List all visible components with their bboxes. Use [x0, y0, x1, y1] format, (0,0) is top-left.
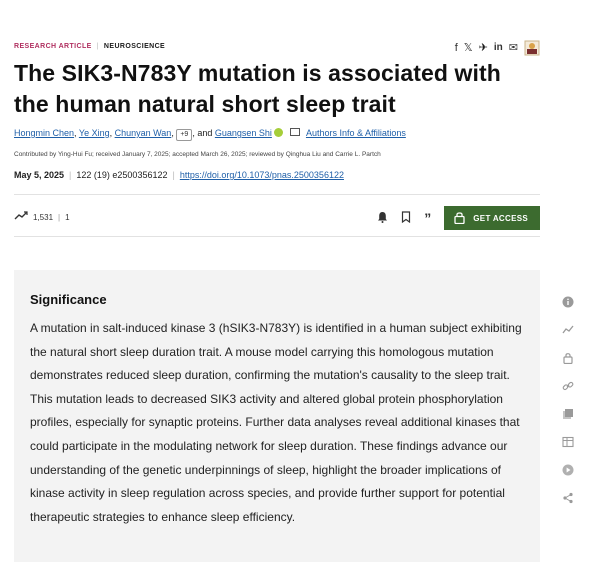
article-title: The SIK3-N783Y mutation is associated wi…	[14, 60, 501, 117]
author-link[interactable]: Ye Xing	[79, 128, 110, 138]
author-link[interactable]: Hongmin Chen	[14, 128, 74, 138]
linkedin-icon[interactable]: in	[494, 40, 503, 56]
article-type[interactable]: RESEARCH ARTICLE	[14, 43, 92, 50]
pub-separator: |	[69, 170, 72, 180]
author-link[interactable]: Guangsen Shi	[215, 128, 272, 138]
email-icon[interactable]: ✉	[509, 40, 518, 56]
divider	[14, 236, 540, 237]
publication-row: May 5, 2025 | 122 (19) e2500356122 | https:/…	[14, 170, 344, 180]
kicker-separator: |	[96, 43, 99, 50]
get-access-label: GET ACCESS	[473, 213, 528, 223]
metrics-icon[interactable]	[558, 324, 578, 340]
figures-icon[interactable]	[558, 408, 578, 424]
link-icon[interactable]	[558, 380, 578, 396]
article-kicker: RESEARCH ARTICLE | NEUROSCIENCE	[14, 43, 165, 50]
alert-bell-icon[interactable]	[377, 211, 388, 226]
article-actions: ” GET ACCESS	[377, 206, 540, 230]
article-metrics[interactable]: 1,531 | 1	[14, 211, 70, 223]
orcid-icon[interactable]	[274, 128, 284, 137]
lock-icon[interactable]	[558, 352, 578, 368]
metrics-separator: |	[58, 212, 61, 222]
bluesky-icon[interactable]: ✈	[479, 40, 488, 56]
cite-quote-icon[interactable]: ”	[424, 211, 431, 225]
lock-icon	[454, 211, 465, 226]
get-access-button[interactable]: GET ACCESS	[444, 206, 540, 230]
trending-icon	[14, 211, 28, 223]
publication-date: May 5, 2025	[14, 170, 65, 180]
article-section[interactable]: NEUROSCIENCE	[104, 43, 165, 50]
author-list: Hongmin Chen, Ye Xing, Chunyan Wan, +9, …	[14, 128, 406, 141]
media-icon[interactable]	[558, 464, 578, 480]
citations-count: 1	[65, 212, 70, 222]
citation-volume: 122 (19) e2500356122	[76, 170, 168, 180]
significance-heading: Significance	[30, 292, 107, 307]
and-text: , and	[192, 128, 213, 138]
tables-icon[interactable]	[558, 436, 578, 452]
email-icon[interactable]	[289, 128, 300, 136]
pub-separator: |	[172, 170, 175, 180]
share-bar: f 𝕏 ✈ in ✉	[455, 40, 540, 56]
author-link[interactable]: Chunyan Wan	[115, 128, 172, 138]
info-icon[interactable]	[558, 296, 578, 312]
kicker-row: RESEARCH ARTICLE | NEUROSCIENCE f 𝕏 ✈ in ✉	[14, 40, 540, 56]
x-icon[interactable]: 𝕏	[464, 40, 473, 56]
divider	[14, 194, 540, 195]
bookmark-icon[interactable]	[401, 210, 411, 226]
share-cover-icon[interactable]	[524, 40, 540, 56]
significance-text: A mutation in salt-induced kinase 3 (hSI…	[30, 321, 522, 524]
facebook-icon[interactable]: f	[455, 40, 458, 56]
significance-box: Significance A mutation in salt-induced …	[14, 270, 540, 562]
doi-link[interactable]: https://doi.org/10.1073/pnas.2500356122	[180, 170, 344, 180]
more-authors-button[interactable]: +9	[176, 129, 193, 141]
share-icon[interactable]	[558, 492, 578, 508]
contribution-line: Contributed by Ying-Hui Fu; received Jan…	[14, 151, 381, 158]
authors-info-link[interactable]: Authors Info & Affiliations	[306, 128, 406, 138]
views-count: 1,531	[33, 212, 54, 222]
